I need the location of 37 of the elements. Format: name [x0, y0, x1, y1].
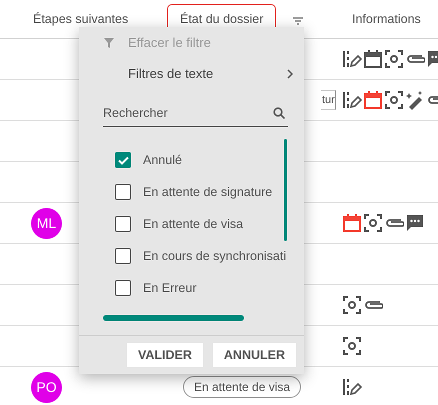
- search-icon[interactable]: [273, 107, 285, 119]
- focus-icon: [363, 213, 383, 233]
- focus-icon: [384, 90, 404, 110]
- signature-icon: [342, 377, 362, 397]
- checkbox[interactable]: [115, 280, 131, 296]
- option-label[interactable]: En cours de synchronisati: [143, 249, 286, 263]
- menu-button[interactable]: VALIDER: [126, 343, 203, 367]
- chat-icon: [405, 213, 425, 233]
- search-field[interactable]: Rechercher: [103, 99, 288, 127]
- focus-icon: [342, 295, 362, 315]
- signature-icon: [342, 49, 362, 69]
- checkbox[interactable]: [115, 216, 131, 232]
- checkbox[interactable]: [115, 248, 131, 264]
- status-chip: En attente de visa: [183, 376, 302, 398]
- checkbox[interactable]: [115, 152, 131, 168]
- option-label[interactable]: En attente de visa: [143, 217, 244, 231]
- status-chip: tur: [321, 90, 336, 110]
- menu-item: Effacer le filtre: [128, 35, 211, 50]
- focus-icon: [342, 336, 362, 356]
- checkbox[interactable]: [115, 184, 131, 200]
- focus-icon: [384, 49, 404, 69]
- option-label[interactable]: En attente de signature: [143, 185, 272, 199]
- filter-icon: [104, 38, 114, 48]
- scrollbar[interactable]: [284, 139, 287, 241]
- column-header[interactable]: Informations: [339, 4, 434, 34]
- option-label[interactable]: Annulé: [143, 153, 182, 167]
- avatar: PO: [31, 372, 62, 402]
- menu-item[interactable]: Filtres de texte: [128, 66, 214, 81]
- scrollbar[interactable]: [103, 315, 244, 321]
- signature-icon: [342, 90, 362, 110]
- avatar: ML: [31, 208, 62, 238]
- filter-icon[interactable]: [292, 17, 302, 25]
- magic-pen-icon: [405, 90, 425, 110]
- option-label[interactable]: En Erreur: [143, 281, 196, 295]
- check-icon: [118, 156, 128, 164]
- menu-button[interactable]: ANNULER: [212, 343, 296, 367]
- chevron-right-icon[interactable]: [287, 68, 293, 78]
